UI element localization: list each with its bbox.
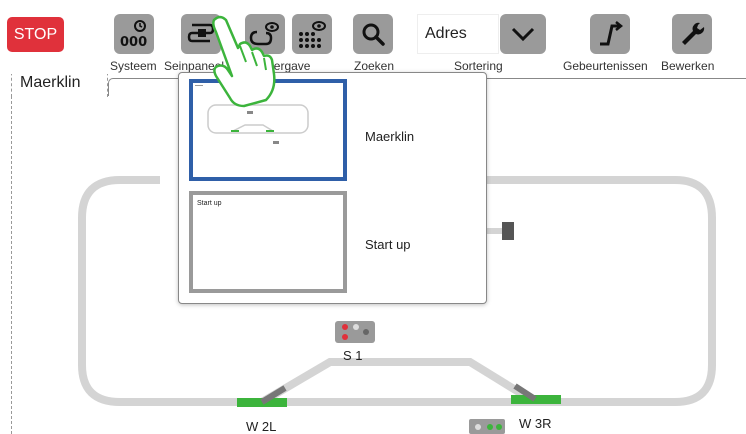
- svg-text:000: 000: [120, 35, 147, 49]
- search-icon: [362, 23, 385, 46]
- events-icon: [600, 21, 624, 46]
- gebeurtenissen-label: Gebeurtenissen: [563, 59, 648, 73]
- sortering-label: Sortering: [454, 59, 503, 73]
- chevron-down-icon: [511, 27, 535, 42]
- zoeken-label: Zoeken: [354, 59, 395, 73]
- signal-s1-label: S 1: [343, 348, 363, 363]
- sort-select[interactable]: Adres: [417, 14, 499, 54]
- wrench-icon: [682, 22, 705, 45]
- toolbar: STOP 000 Systeem Seinpaneel Weergave Zoe…: [0, 0, 746, 74]
- systeem-label: Systeem: [110, 59, 157, 73]
- tap-hand-icon: [212, 15, 276, 108]
- bewerken-button[interactable]: [672, 14, 712, 54]
- layout-name-maerklin: Maerklin: [365, 129, 415, 144]
- system-icon: 000: [120, 20, 147, 49]
- tab-label: Maerklin: [20, 74, 81, 91]
- grid-view-icon: [299, 21, 326, 48]
- switch-w3r-label: W 3R: [519, 416, 552, 431]
- zoeken-button[interactable]: [353, 14, 393, 54]
- systeem-button[interactable]: 000: [114, 14, 154, 54]
- bewerken-label: Bewerken: [661, 59, 715, 73]
- stop-button[interactable]: STOP: [7, 17, 64, 52]
- thumbnail-title: Start up: [197, 200, 222, 207]
- sort-dropdown-button[interactable]: [500, 14, 546, 54]
- layout-name-startup: Start up: [365, 237, 411, 252]
- switch-w2l-label: W 2L: [246, 419, 277, 434]
- gebeurtenissen-button[interactable]: [590, 14, 630, 54]
- layout-thumbnail-startup[interactable]: Start up: [189, 191, 347, 293]
- weergave-grid-button[interactable]: [292, 14, 332, 54]
